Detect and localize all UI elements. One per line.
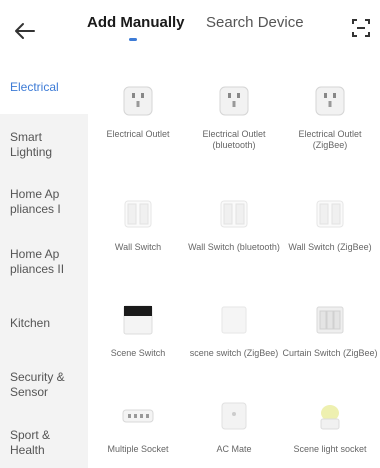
device-tile[interactable]: Wall Switch xyxy=(88,197,188,253)
device-label: Electrical Outlet (bluetooth) xyxy=(202,129,266,150)
wall-switch-icon xyxy=(316,200,344,228)
tab-search-device[interactable]: Search Device xyxy=(206,14,304,31)
device-label: Electrical Outlet xyxy=(106,129,170,139)
device-label: Multiple Socket xyxy=(107,444,169,454)
scan-icon[interactable] xyxy=(351,18,371,38)
device-label: Electrical Outlet (ZigBee) xyxy=(298,129,362,150)
device-grid: Electrical Outlet Electrical Outlet (blu… xyxy=(88,54,380,468)
device-label: Wall Switch (ZigBee) xyxy=(288,242,372,252)
sidebar-item-sport-health[interactable]: Sport & Health xyxy=(10,428,85,458)
curtain-switch-icon xyxy=(316,306,344,334)
active-tab-indicator xyxy=(129,38,137,41)
device-tile[interactable]: scene switch (ZigBee) xyxy=(184,303,284,359)
wall-switch-icon xyxy=(220,200,248,228)
device-label: AC Mate xyxy=(216,444,252,454)
device-tile[interactable]: Scene Switch xyxy=(88,303,188,359)
ac-mate-icon xyxy=(221,402,247,430)
device-tile[interactable]: AC Mate xyxy=(184,399,284,455)
scene-switch-icon xyxy=(221,306,247,334)
sidebar-item-security-sensor[interactable]: Security & Sensor xyxy=(10,370,85,400)
scene-switch-icon xyxy=(123,305,153,335)
outlet-icon xyxy=(219,86,249,116)
back-arrow-icon[interactable] xyxy=(12,20,38,42)
light-socket-icon xyxy=(320,405,340,430)
device-tile[interactable]: Wall Switch (ZigBee) xyxy=(280,197,380,253)
device-label: Curtain Switch (ZigBee) xyxy=(282,348,378,358)
outlet-icon xyxy=(123,86,153,116)
device-tile[interactable]: Electrical Outlet xyxy=(88,84,188,140)
sidebar-item-home-appliances-2[interactable]: Home Ap pliances II xyxy=(10,247,85,277)
top-bar: Add Manually Search Device xyxy=(0,0,380,54)
device-tile[interactable]: Scene light socket xyxy=(280,399,380,455)
sidebar-item-home-appliances-1[interactable]: Home Ap pliances I xyxy=(10,187,85,217)
power-strip-icon xyxy=(122,409,154,423)
device-label: Wall Switch (bluetooth) xyxy=(188,242,280,252)
device-tile[interactable]: Multiple Socket xyxy=(88,399,188,455)
outlet-icon xyxy=(315,86,345,116)
category-sidebar: Electrical Smart Lighting Home Ap plianc… xyxy=(0,54,88,468)
device-label: Scene Switch xyxy=(110,348,166,358)
device-tile[interactable]: Electrical Outlet (ZigBee) xyxy=(280,84,380,151)
device-tile[interactable]: Electrical Outlet (bluetooth) xyxy=(184,84,284,151)
wall-switch-icon xyxy=(124,200,152,228)
sidebar-item-electrical[interactable]: Electrical xyxy=(10,80,85,95)
sidebar-item-smart-lighting[interactable]: Smart Lighting xyxy=(10,130,85,160)
device-tile[interactable]: Wall Switch (bluetooth) xyxy=(184,197,284,253)
device-label: Scene light socket xyxy=(293,444,367,454)
device-label: scene switch (ZigBee) xyxy=(189,348,279,358)
device-tile[interactable]: Curtain Switch (ZigBee) xyxy=(280,303,380,359)
device-label: Wall Switch xyxy=(114,242,162,252)
sidebar-item-kitchen[interactable]: Kitchen xyxy=(10,316,85,331)
tab-add-manually[interactable]: Add Manually xyxy=(87,14,185,31)
